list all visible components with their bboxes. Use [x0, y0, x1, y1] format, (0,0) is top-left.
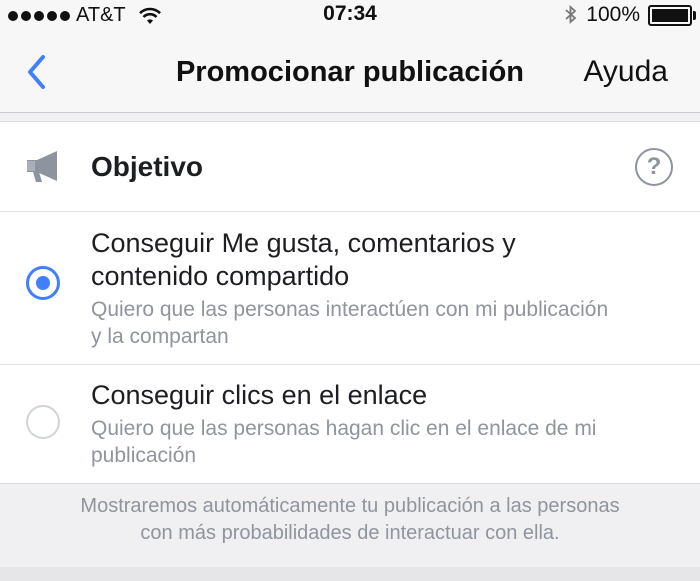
option-description-line1: Quiero que las personas hagan clic en el…	[91, 417, 597, 440]
option-title-line1: Conseguir Me gusta, comentarios y	[91, 228, 516, 258]
objective-title: Objetivo	[91, 151, 204, 182]
navigation-bar: Promocionar publicación Ayuda	[0, 30, 700, 113]
option-title-line1: Conseguir clics en el enlace	[91, 380, 428, 410]
option-title-line2: contenido compartido	[91, 261, 350, 291]
footer-note: Mostraremos automáticamente tu publicaci…	[0, 493, 700, 547]
battery-icon	[648, 4, 696, 26]
option-engagement[interactable]: Conseguir Me gusta, comentarios y conten…	[0, 212, 700, 365]
status-right: 100%	[564, 3, 696, 27]
option-link-clicks[interactable]: Conseguir clics en el enlace Quiero que …	[0, 365, 700, 483]
bottom-divider	[0, 567, 700, 581]
objective-header: Objetivo ?	[0, 122, 700, 212]
help-button[interactable]: Ayuda	[583, 55, 668, 89]
footer-note-line2: con más probabilidades de interactuar co…	[140, 522, 560, 544]
footer-note-line1: Mostraremos automáticamente tu publicaci…	[80, 495, 620, 517]
objective-card: Objetivo ? Conseguir Me gusta, comentari…	[0, 121, 700, 484]
radio-selected-icon[interactable]	[26, 266, 60, 300]
option-description-line2: publicación	[91, 444, 197, 467]
objective-help-icon[interactable]: ?	[635, 148, 673, 186]
megaphone-icon	[27, 151, 57, 182]
option-description-line2: y la compartan	[91, 325, 229, 348]
bluetooth-icon	[565, 4, 577, 25]
option-description-line1: Quiero que las personas interactúen con …	[91, 298, 609, 321]
radio-unselected-icon[interactable]	[26, 405, 60, 439]
status-bar: AT&T 07:34 100%	[0, 0, 700, 30]
battery-percent: 100%	[586, 3, 640, 26]
